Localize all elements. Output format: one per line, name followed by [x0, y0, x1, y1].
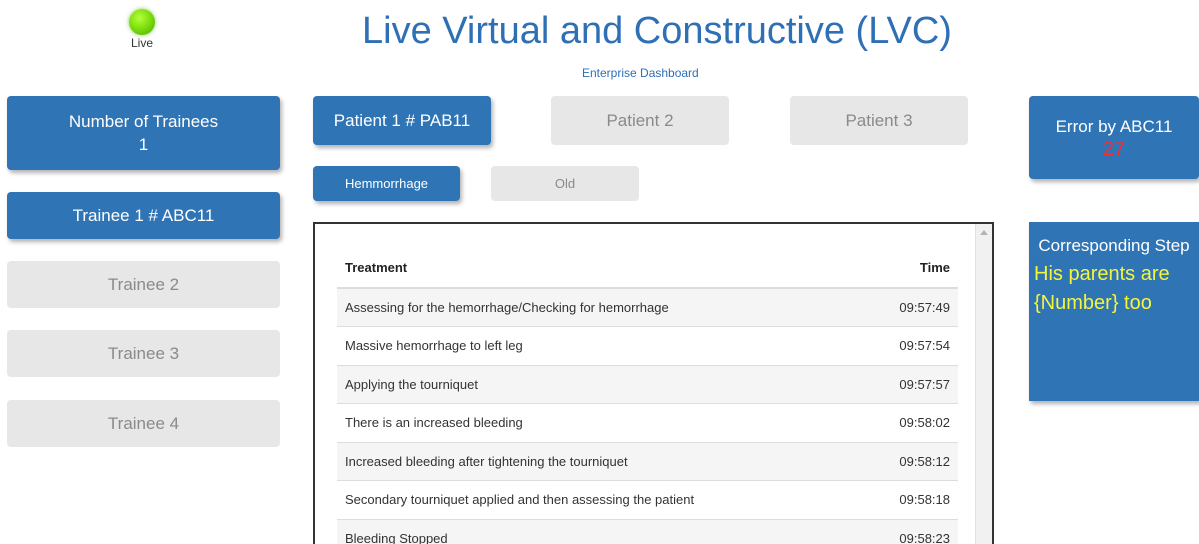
- trainees-count-value: 1: [138, 135, 149, 154]
- page-subtitle: Enterprise Dashboard: [582, 66, 699, 80]
- error-count: 27: [1102, 137, 1126, 160]
- trainee-4-button[interactable]: Trainee 4: [7, 400, 280, 447]
- step-title: Corresponding Step: [1038, 236, 1190, 255]
- live-status-icon: [129, 9, 155, 35]
- time-cell: 09:58:18: [862, 480, 958, 519]
- treatment-panel[interactable]: Treatment Time Assessing for the hemorrh…: [313, 222, 994, 544]
- table-row[interactable]: There is an increased bleeding 09:58:02: [337, 403, 958, 442]
- time-column-header: Time: [862, 248, 958, 289]
- table-row[interactable]: Secondary tourniquet applied and then as…: [337, 480, 958, 519]
- corresponding-step-card: Corresponding Step His parents are {Numb…: [1029, 222, 1199, 401]
- time-cell: 09:58:12: [862, 441, 958, 481]
- live-label: Live: [130, 36, 153, 50]
- treatment-column-header: Treatment: [337, 248, 863, 289]
- treatment-table: Treatment Time Assessing for the hemorrh…: [337, 248, 958, 544]
- treatment-cell: Bleeding Stopped: [337, 518, 863, 544]
- time-cell: 09:57:54: [862, 326, 958, 365]
- tab-patient-1[interactable]: Patient 1 # PAB11: [313, 96, 491, 145]
- table-header-row: Treatment Time: [337, 248, 958, 289]
- treatment-cell: There is an increased bleeding: [337, 403, 863, 442]
- time-cell: 09:58:02: [862, 403, 958, 442]
- table-row[interactable]: Applying the tourniquet 09:57:57: [337, 364, 958, 404]
- trainee-2-button[interactable]: Trainee 2: [7, 261, 280, 308]
- tab-patient-2[interactable]: Patient 2: [551, 96, 729, 145]
- tab-patient-3[interactable]: Patient 3: [790, 96, 968, 145]
- table-row[interactable]: Increased bleeding after tightening the …: [337, 441, 958, 481]
- treatment-cell: Applying the tourniquet: [337, 364, 863, 404]
- trainee-3-button[interactable]: Trainee 3: [7, 330, 280, 377]
- step-text: His parents are {Number} too: [1034, 263, 1170, 314]
- panel-scrollbar[interactable]: [975, 224, 992, 544]
- treatment-cell: Assessing for the hemorrhage/Checking fo…: [337, 287, 863, 327]
- error-label: Error by ABC11: [1055, 116, 1173, 136]
- tab-hemmorrhage[interactable]: Hemmorrhage: [313, 166, 460, 201]
- page-title: Live Virtual and Constructive (LVC): [362, 10, 952, 52]
- error-card: Error by ABC11 27: [1029, 96, 1199, 179]
- live-indicator: Live: [122, 9, 162, 50]
- scroll-up-arrow-icon[interactable]: [980, 230, 988, 235]
- trainee-1-button[interactable]: Trainee 1 # ABC11: [7, 192, 280, 239]
- time-cell: 09:57:57: [862, 364, 958, 404]
- table-row[interactable]: Assessing for the hemorrhage/Checking fo…: [337, 287, 958, 327]
- time-cell: 09:57:49: [862, 287, 958, 327]
- trainees-count-card: Number of Trainees 1: [7, 96, 280, 170]
- time-cell: 09:58:23: [862, 518, 958, 544]
- treatment-cell: Secondary tourniquet applied and then as…: [337, 480, 863, 519]
- tab-old[interactable]: Old: [491, 166, 639, 201]
- treatment-cell: Massive hemorrhage to left leg: [337, 326, 863, 365]
- table-row[interactable]: Massive hemorrhage to left leg 09:57:54: [337, 326, 958, 365]
- trainees-count-label: Number of Trainees: [68, 112, 219, 131]
- table-row[interactable]: Bleeding Stopped 09:58:23: [337, 518, 958, 544]
- treatment-cell: Increased bleeding after tightening the …: [337, 441, 863, 481]
